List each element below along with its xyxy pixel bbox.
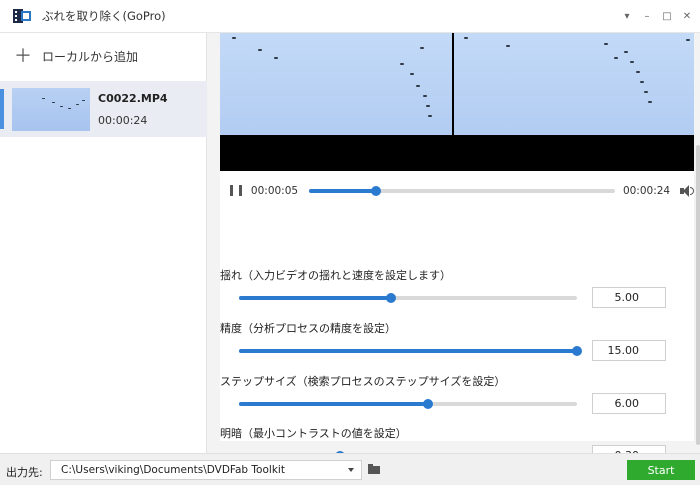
bird-mark — [506, 45, 510, 47]
bird-mark — [68, 107, 71, 109]
bird-mark — [428, 115, 432, 117]
param-shake-handle[interactable] — [386, 293, 397, 303]
bird-mark — [604, 43, 608, 45]
param-contrast-label: 明暗（最小コントラストの値を設定） — [220, 427, 407, 440]
bird-mark — [274, 57, 278, 59]
bottom-bar: 出力先: C:\Users\viking\Documents\DVDFab To… — [0, 453, 700, 485]
folder-icon[interactable] — [368, 464, 380, 474]
vertical-scrollbar[interactable] — [696, 145, 700, 445]
bird-mark — [42, 97, 45, 99]
file-sidebar: ＋ ローカルから追加 C0022.MP4 00:00:24 — [0, 33, 207, 453]
plus-icon: ＋ — [14, 45, 32, 67]
maximize-icon[interactable]: □ — [662, 11, 672, 22]
bird-mark — [76, 103, 79, 105]
bird-mark — [648, 101, 652, 103]
main-panel: 00:00:05 00:00:24 揺れ（入力ビデオの揺れと速度を設定します） … — [207, 33, 700, 453]
bird-mark — [232, 37, 236, 39]
add-local-button[interactable]: ＋ ローカルから追加 — [0, 33, 206, 80]
window-controls: ▾ – □ ✕ — [622, 0, 692, 33]
bird-mark — [426, 105, 430, 107]
file-duration: 00:00:24 — [98, 113, 148, 127]
bird-mark — [82, 99, 85, 101]
minimize-icon[interactable]: – — [642, 11, 652, 22]
file-name: C0022.MP4 — [98, 91, 168, 105]
param-accuracy-label: 精度（分析プロセスの精度を設定） — [220, 322, 396, 335]
output-label: 出力先: — [6, 466, 43, 479]
param-accuracy-slider[interactable] — [239, 346, 582, 356]
output-path-select[interactable]: C:\Users\viking\Documents\DVDFab Toolkit — [50, 460, 362, 480]
seek-slider[interactable] — [309, 186, 615, 196]
param-shake-slider[interactable] — [239, 293, 577, 303]
param-contrast-value[interactable] — [592, 445, 666, 453]
bird-mark — [630, 61, 634, 63]
close-icon[interactable]: ✕ — [682, 11, 692, 22]
param-accuracy-handle[interactable] — [572, 346, 582, 356]
bird-mark — [52, 101, 55, 103]
param-accuracy-value[interactable] — [592, 340, 666, 361]
bird-mark — [60, 105, 63, 107]
bird-mark — [644, 91, 648, 93]
player-controls: 00:00:05 00:00:24 — [220, 171, 695, 211]
bird-mark — [464, 37, 468, 39]
param-stepsize-value[interactable] — [592, 393, 666, 414]
bird-mark — [416, 85, 420, 87]
bird-mark — [640, 81, 644, 83]
chevron-down-icon — [348, 468, 354, 472]
pause-icon[interactable] — [230, 185, 242, 197]
video-preview — [220, 33, 694, 171]
preview-stabilized — [454, 33, 694, 135]
file-list-item[interactable]: C0022.MP4 00:00:24 — [0, 81, 207, 137]
bird-mark — [423, 95, 427, 97]
stabilization-settings: 揺れ（入力ビデオの揺れと速度を設定します） 精度（分析プロセスの精度を設定） ス… — [220, 211, 694, 453]
bird-mark — [258, 49, 262, 51]
seek-handle[interactable] — [371, 186, 382, 196]
bird-mark — [410, 73, 414, 75]
bird-mark — [636, 71, 640, 73]
param-shake-value[interactable] — [592, 287, 666, 308]
bird-mark — [614, 57, 618, 59]
param-stepsize-label: ステップサイズ（検索プロセスのステップサイズを設定） — [220, 375, 506, 388]
title-bar: ぶれを取り除く(GoPro) ▾ – □ ✕ — [0, 0, 700, 33]
preview-original — [220, 33, 452, 135]
bird-mark — [400, 63, 404, 65]
total-time: 00:00:24 — [622, 185, 671, 197]
menu-dropdown-icon[interactable]: ▾ — [622, 11, 632, 22]
current-time: 00:00:05 — [250, 185, 299, 197]
window-title: ぶれを取り除く(GoPro) — [42, 9, 166, 23]
param-stepsize-handle[interactable] — [423, 399, 434, 409]
start-button[interactable]: Start — [627, 460, 695, 480]
bird-mark — [624, 51, 628, 53]
bird-mark — [686, 39, 690, 41]
selection-indicator — [0, 89, 4, 129]
add-local-label: ローカルから追加 — [42, 50, 139, 64]
bird-mark — [420, 47, 424, 49]
video-thumbnail — [12, 87, 90, 131]
volume-icon[interactable] — [680, 185, 695, 197]
param-stepsize-slider[interactable] — [239, 399, 577, 409]
param-shake-label: 揺れ（入力ビデオの揺れと速度を設定します） — [220, 269, 451, 282]
output-path-value: C:\Users\viking\Documents\DVDFab Toolkit — [61, 464, 285, 476]
app-logo-icon — [13, 8, 31, 24]
